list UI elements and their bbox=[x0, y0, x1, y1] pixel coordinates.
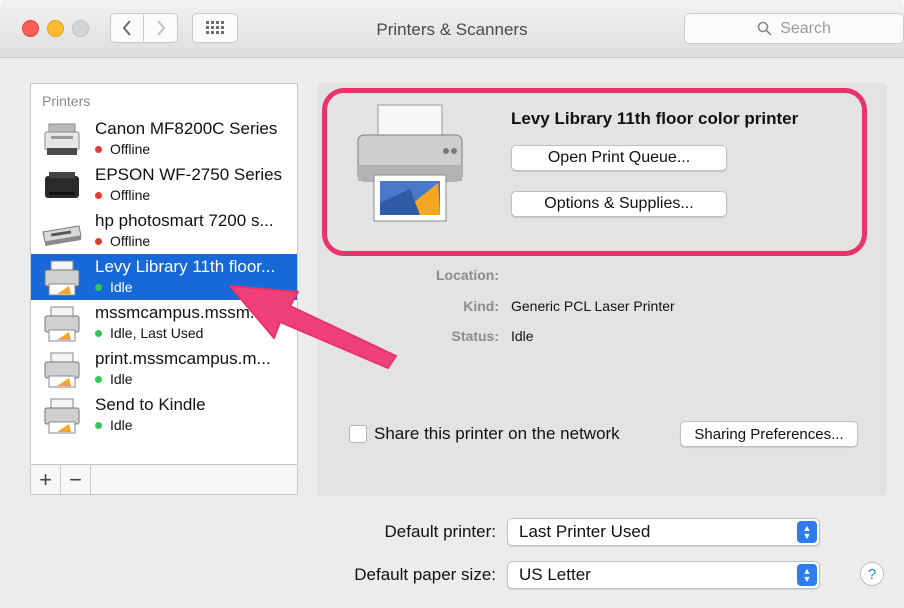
printer-status-text: Idle bbox=[110, 279, 133, 295]
printer-row-send-to-kindle[interactable]: Send to Kindle Idle bbox=[31, 392, 297, 438]
search-icon bbox=[757, 21, 772, 36]
search-field[interactable]: Search bbox=[684, 13, 904, 44]
remove-printer-button[interactable]: − bbox=[61, 466, 91, 494]
share-printer-checkbox[interactable] bbox=[349, 425, 367, 443]
offline-status-dot-icon bbox=[95, 145, 102, 153]
inkjet-printer-icon bbox=[45, 172, 79, 198]
annotation-highlight-box bbox=[322, 88, 867, 256]
printer-status-text: Idle bbox=[110, 417, 133, 433]
printer-status: Idle bbox=[95, 417, 133, 433]
default-printer-label: Default printer: bbox=[384, 522, 497, 541]
printer-list-header: Printers bbox=[42, 93, 91, 109]
printer-status: Offline bbox=[95, 233, 150, 249]
generic-printer-icon bbox=[44, 352, 80, 388]
mfp-printer-icon bbox=[44, 123, 80, 155]
printer-status: Idle bbox=[95, 279, 133, 295]
offline-status-dot-icon bbox=[95, 237, 102, 245]
printer-status: Offline bbox=[95, 141, 150, 157]
generic-printer-icon bbox=[44, 398, 80, 434]
printer-status-text: Offline bbox=[110, 187, 151, 203]
printer-name: hp photosmart 7200 s... bbox=[95, 211, 274, 230]
sharing-preferences-button[interactable]: Sharing Preferences... bbox=[680, 421, 858, 447]
popup-arrows-icon: ▲ ▼ bbox=[797, 521, 817, 543]
printer-row-canon[interactable]: Canon MF8200C Series Offline bbox=[31, 116, 297, 162]
default-paper-size-popup[interactable]: US Letter ▲ ▼ bbox=[507, 561, 820, 589]
search-placeholder: Search bbox=[780, 19, 831, 37]
printer-status-text: Offline bbox=[110, 233, 151, 249]
popup-arrows-icon: ▲ ▼ bbox=[797, 564, 817, 586]
generic-printer-icon bbox=[44, 306, 80, 342]
printer-name: Send to Kindle bbox=[95, 395, 206, 414]
idle-status-dot-icon bbox=[95, 421, 102, 429]
photo-printer-icon bbox=[42, 225, 82, 246]
printer-status-text: Idle bbox=[110, 371, 133, 387]
idle-status-dot-icon bbox=[95, 329, 102, 337]
idle-status-dot-icon bbox=[95, 375, 102, 383]
printer-status: Offline bbox=[95, 187, 150, 203]
printer-row-epson[interactable]: EPSON WF-2750 Series Offline bbox=[31, 162, 297, 208]
idle-status-dot-icon bbox=[95, 283, 102, 291]
printers-scanners-window: Printers & Scanners Search Printers Cano… bbox=[0, 0, 904, 608]
help-button[interactable]: ? bbox=[860, 562, 884, 586]
status-value: Idle bbox=[511, 328, 534, 344]
offline-status-dot-icon bbox=[95, 191, 102, 199]
default-paper-size-value: US Letter bbox=[519, 565, 591, 584]
add-printer-button[interactable]: + bbox=[31, 466, 61, 494]
share-printer-label[interactable]: Share this printer on the network bbox=[374, 424, 620, 444]
default-paper-size-label: Default paper size: bbox=[354, 565, 496, 584]
default-printer-value: Last Printer Used bbox=[519, 522, 651, 541]
printer-list-toolbar: + − bbox=[30, 466, 298, 495]
title-bar: Printers & Scanners Search bbox=[0, 0, 904, 58]
printer-status-text: Offline bbox=[110, 141, 151, 157]
printer-name: Canon MF8200C Series bbox=[95, 119, 278, 138]
printer-status: Idle, Last Used bbox=[95, 325, 203, 341]
printer-row-hp[interactable]: hp photosmart 7200 s... Offline bbox=[31, 208, 297, 254]
printer-name: EPSON WF-2750 Series bbox=[95, 165, 283, 184]
default-printer-popup[interactable]: Last Printer Used ▲ ▼ bbox=[507, 518, 820, 546]
annotation-arrow-icon bbox=[229, 285, 397, 369]
printer-status: Idle bbox=[95, 371, 133, 387]
generic-printer-icon bbox=[44, 260, 80, 296]
printer-status-text: Idle, Last Used bbox=[110, 325, 204, 341]
kind-value: Generic PCL Laser Printer bbox=[511, 298, 675, 314]
